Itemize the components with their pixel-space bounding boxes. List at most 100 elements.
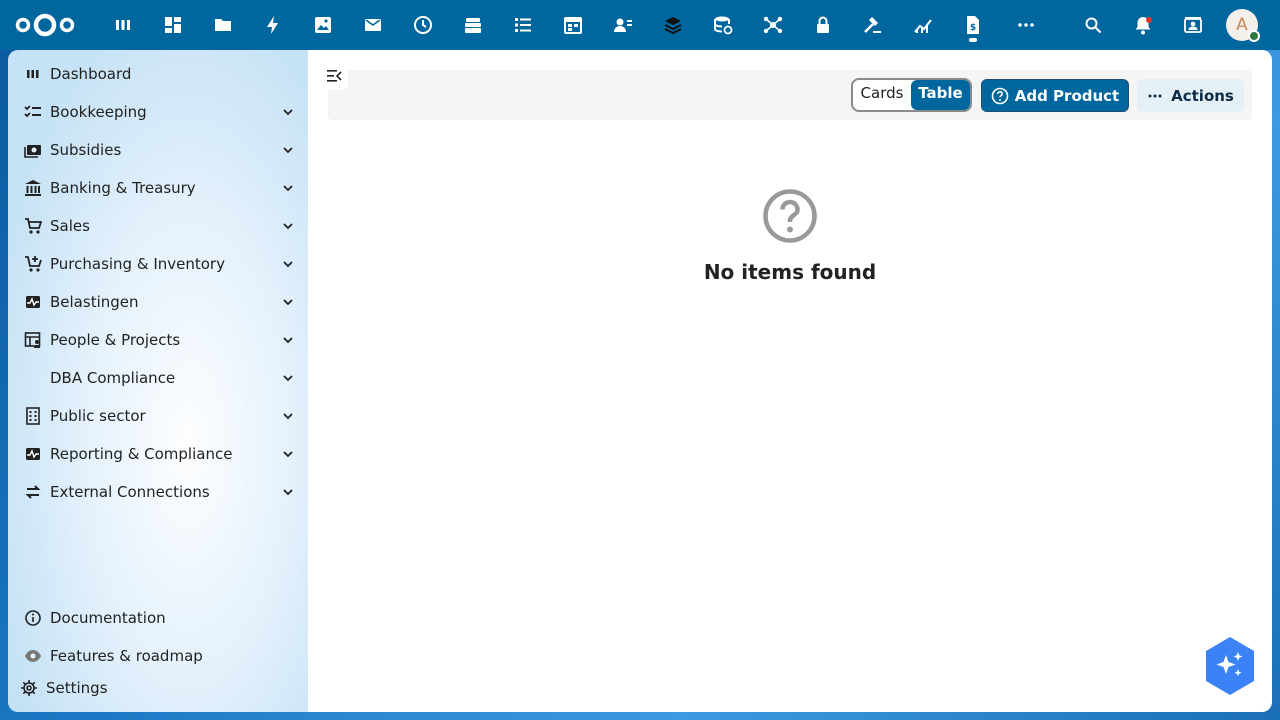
view-cards-option[interactable]: Cards	[853, 80, 911, 110]
notifications-bell-icon[interactable]	[1123, 0, 1163, 50]
settings-link[interactable]: Settings	[12, 670, 296, 706]
online-status-badge	[1248, 30, 1260, 42]
search-icon[interactable]	[1073, 0, 1113, 50]
database-icon[interactable]	[703, 0, 743, 50]
checklist-icon	[16, 103, 50, 121]
chevron-down-icon[interactable]	[276, 258, 300, 270]
tasks-icon[interactable]	[503, 0, 543, 50]
documentation-label: Documentation	[50, 609, 166, 627]
actions-label: Actions	[1171, 86, 1234, 105]
pulse-icon	[16, 445, 50, 463]
cart-plus-icon	[16, 255, 50, 273]
toolbar: Cards Table Add Product Actions	[328, 70, 1252, 120]
bank-icon	[16, 179, 50, 197]
main-content: Cards Table Add Product Actions No items…	[308, 50, 1272, 712]
sidebar-item-label: Reporting & Compliance	[50, 445, 233, 463]
sidebar-item-label: Bookkeeping	[50, 103, 147, 121]
chevron-down-icon[interactable]	[276, 486, 300, 498]
view-table-option[interactable]: Table	[911, 80, 970, 110]
chevron-down-icon[interactable]	[276, 296, 300, 308]
user-avatar[interactable]: A	[1226, 9, 1260, 42]
documentation-link[interactable]: Documentation	[16, 600, 300, 636]
sidebar-item-label: Sales	[50, 217, 90, 235]
question-circle-icon	[763, 189, 817, 243]
sidebar-item-dba-compliance[interactable]: DBA Compliance	[16, 360, 300, 396]
files-icon[interactable]	[203, 0, 243, 50]
empty-state: No items found	[308, 188, 1272, 284]
sidebar-item-subsidies[interactable]: Subsidies	[16, 132, 300, 168]
chevron-down-icon[interactable]	[276, 334, 300, 346]
chevron-down-icon[interactable]	[276, 220, 300, 232]
deck-icon[interactable]	[453, 0, 493, 50]
people-table-icon	[16, 331, 50, 349]
cart-icon	[16, 217, 50, 235]
more-apps-icon[interactable]	[1006, 0, 1046, 50]
sidebar-item-label: External Connections	[50, 483, 210, 501]
toggle-sidebar-button[interactable]	[320, 62, 348, 90]
finance-document-icon[interactable]: $	[953, 0, 993, 50]
contacts-icon[interactable]	[603, 0, 643, 50]
empty-state-title: No items found	[703, 260, 877, 284]
assistant-sparkle-icon[interactable]	[1204, 636, 1256, 696]
sidebar-item-reporting[interactable]: Reporting & Compliance	[16, 436, 300, 472]
dashboard-app-icon[interactable]	[103, 0, 143, 50]
building-icon	[16, 407, 50, 425]
sidebar-item-label: Public sector	[50, 407, 146, 425]
chevron-down-icon[interactable]	[276, 448, 300, 460]
add-product-label: Add Product	[1014, 86, 1120, 105]
sidebar-item-label: DBA Compliance	[50, 369, 176, 387]
sidebar-item-public-sector[interactable]: Public sector	[16, 398, 300, 434]
layers-icon[interactable]	[653, 0, 693, 50]
add-product-button[interactable]: Add Product	[981, 79, 1129, 112]
gavel-icon[interactable]	[853, 0, 893, 50]
view-switch: Cards Table	[851, 78, 972, 112]
eye-icon	[16, 647, 50, 665]
info-icon	[16, 609, 50, 627]
chevron-down-icon[interactable]	[276, 106, 300, 118]
pulse-icon	[16, 293, 50, 311]
menu-collapse-icon	[327, 70, 342, 82]
nextcloud-logo-icon[interactable]	[14, 12, 76, 38]
sidebar-item-external-connections[interactable]: External Connections	[16, 474, 300, 510]
sidebar-item-dashboard[interactable]: Dashboard	[16, 56, 300, 92]
clock-icon[interactable]	[403, 0, 443, 50]
activity-icon[interactable]	[253, 0, 293, 50]
avatar-initial: A	[1236, 15, 1248, 35]
network-icon[interactable]	[753, 0, 793, 50]
cash-icon	[16, 141, 50, 159]
sidebar-item-label: Purchasing & Inventory	[50, 255, 225, 273]
sidebar-item-label: Banking & Treasury	[50, 179, 196, 197]
sidebar-item-label: Dashboard	[50, 65, 132, 83]
chart-icon[interactable]	[903, 0, 943, 50]
apps-grid-icon[interactable]	[153, 0, 193, 50]
notification-dot	[1146, 17, 1152, 23]
chevron-down-icon[interactable]	[276, 372, 300, 384]
gear-icon	[12, 679, 46, 697]
sidebar-item-bookkeeping[interactable]: Bookkeeping	[16, 94, 300, 130]
sidebar-item-label: People & Projects	[50, 331, 181, 349]
sidebar-item-label: Belastingen	[50, 293, 139, 311]
sidebar-item-purchasing[interactable]: Purchasing & Inventory	[16, 246, 300, 282]
calendar-icon[interactable]	[553, 0, 593, 50]
settings-label: Settings	[46, 679, 108, 697]
chevron-down-icon[interactable]	[276, 144, 300, 156]
mail-icon[interactable]	[353, 0, 393, 50]
sidebar-item-belastingen[interactable]: Belastingen	[16, 284, 300, 320]
chevron-down-icon[interactable]	[276, 410, 300, 422]
help-circle-icon	[991, 87, 1009, 104]
features-roadmap-label: Features & roadmap	[50, 647, 203, 665]
sidebar-item-people-projects[interactable]: People & Projects	[16, 322, 300, 358]
features-roadmap-link[interactable]: Features & roadmap	[16, 638, 300, 674]
actions-button[interactable]: Actions	[1137, 79, 1244, 112]
lock-icon[interactable]	[803, 0, 843, 50]
sidebar-item-banking[interactable]: Banking & Treasury	[16, 170, 300, 206]
sidebar-item-label: Subsidies	[50, 141, 122, 159]
top-header: $ A	[0, 0, 1280, 50]
svg-text:$: $	[970, 23, 976, 33]
sidebar: Dashboard Bookkeeping Subsidies Banking …	[8, 50, 308, 712]
contacts-menu-icon[interactable]	[1173, 0, 1213, 50]
dots-horizontal-icon	[1148, 94, 1162, 97]
sidebar-item-sales[interactable]: Sales	[16, 208, 300, 244]
chevron-down-icon[interactable]	[276, 182, 300, 194]
photos-icon[interactable]	[303, 0, 343, 50]
